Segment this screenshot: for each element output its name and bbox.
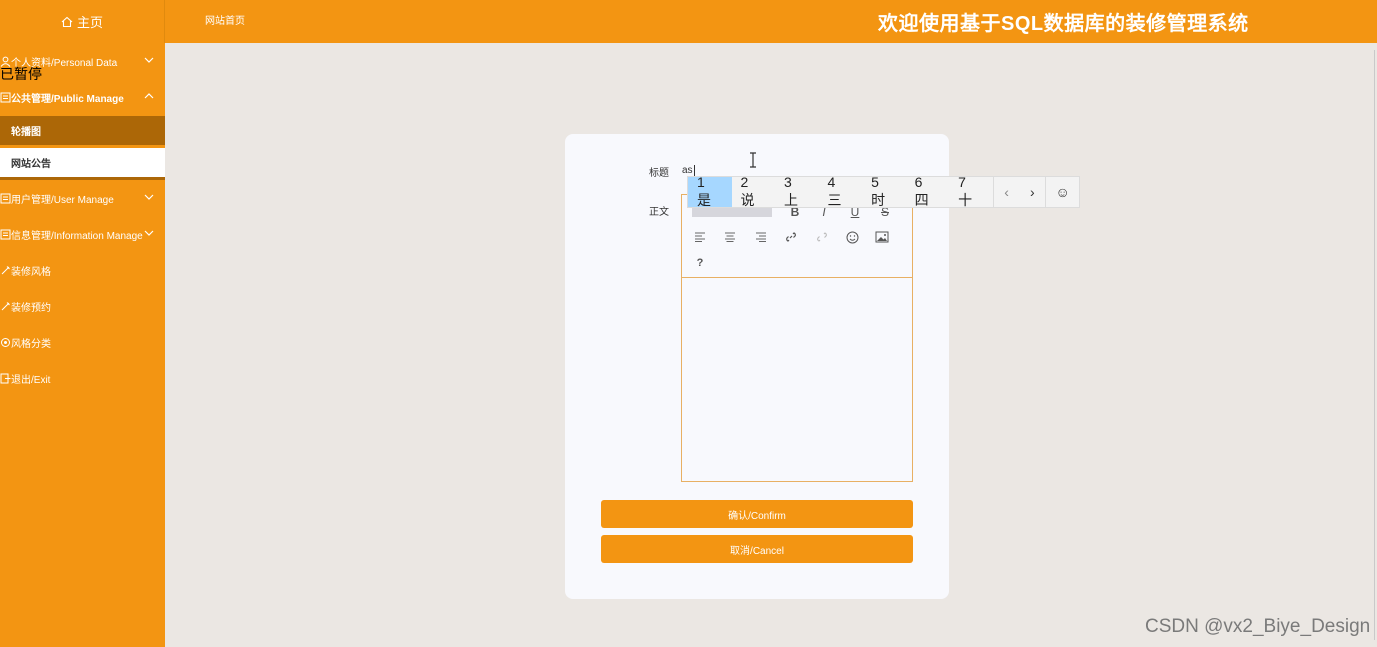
unlink-button[interactable] bbox=[812, 228, 832, 246]
ime-candidate[interactable]: 5 时 bbox=[862, 174, 906, 208]
title-label: 标题 bbox=[649, 168, 669, 179]
info-icon bbox=[0, 229, 11, 240]
ibeam-cursor-icon bbox=[750, 152, 756, 168]
ime-candidate[interactable]: 3 上 bbox=[775, 174, 819, 208]
sidebar-item-label: 装修预约 bbox=[11, 302, 51, 314]
sidebar-subitem-carousel[interactable]: 轮播图 bbox=[0, 116, 165, 145]
help-button[interactable]: ? bbox=[690, 254, 710, 272]
ime-candidate[interactable]: 6 四 bbox=[906, 174, 950, 208]
sidebar-item-style-category[interactable]: 风格分类 bbox=[0, 325, 165, 359]
chevron-down-icon bbox=[144, 230, 154, 236]
sidebar: 个人资料/Personal Data 已暂停 公共管理/Public Manag… bbox=[0, 43, 165, 647]
align-right-icon bbox=[756, 232, 766, 242]
list-icon bbox=[0, 92, 11, 103]
editor-content-area[interactable] bbox=[682, 279, 912, 481]
unlink-icon bbox=[817, 232, 827, 242]
rich-text-editor: B I U S ? bbox=[681, 194, 913, 482]
home-label: 主页 bbox=[76, 15, 103, 30]
ime-prev-page-button[interactable]: ‹ bbox=[994, 177, 1020, 207]
body-label: 正文 bbox=[649, 207, 669, 218]
image-icon bbox=[875, 231, 889, 243]
align-center-button[interactable] bbox=[720, 228, 740, 246]
ime-next-page-button[interactable]: › bbox=[1019, 177, 1045, 207]
smiley-icon bbox=[846, 231, 858, 243]
ime-emoji-button[interactable]: ☺ bbox=[1046, 177, 1079, 207]
text-caret bbox=[693, 164, 695, 176]
insert-link-button[interactable] bbox=[781, 228, 801, 246]
link-icon bbox=[786, 232, 796, 242]
chevron-down-icon bbox=[144, 57, 154, 63]
top-bar: 主页 网站首页 欢迎使用基于SQL数据库的装修管理系统 bbox=[0, 0, 1377, 43]
align-left-icon bbox=[695, 232, 705, 242]
sidebar-item-information-manage[interactable]: 信息管理/Information Manage bbox=[0, 217, 165, 251]
sidebar-subitem-label: 轮播图 bbox=[11, 127, 41, 138]
sidebar-item-label: 风格分类 bbox=[11, 338, 51, 350]
home-tab[interactable]: 主页 bbox=[0, 0, 165, 43]
confirm-button[interactable]: 确认/Confirm bbox=[601, 500, 913, 528]
users-icon bbox=[0, 193, 11, 204]
title-input-value: as bbox=[682, 165, 693, 176]
align-right-button[interactable] bbox=[751, 228, 771, 246]
align-center-icon bbox=[725, 232, 735, 242]
chevron-down-icon bbox=[144, 194, 154, 200]
sidebar-item-user-manage[interactable]: 用户管理/User Manage bbox=[0, 181, 165, 215]
ime-candidate[interactable]: 1 是 bbox=[688, 174, 732, 208]
insert-image-button[interactable] bbox=[872, 228, 892, 246]
calendar-icon bbox=[0, 301, 11, 312]
align-left-button[interactable] bbox=[690, 228, 710, 246]
sidebar-subitem-label: 网站公告 bbox=[11, 159, 51, 170]
watermark: CSDN @vx2_Biye_Design bbox=[1145, 616, 1371, 637]
emoticon-button[interactable] bbox=[842, 228, 862, 246]
sidebar-subitem-announcement[interactable]: 网站公告 bbox=[0, 148, 165, 177]
sidebar-item-decoration-booking[interactable]: 装修预约 bbox=[0, 289, 165, 323]
ime-candidate-bar: 1 是 2 说 3 上 4 三 5 时 6 四 7 十 ‹ › ☺ bbox=[687, 174, 1080, 208]
breadcrumb[interactable]: 网站首页 bbox=[205, 0, 245, 43]
chevron-up-icon bbox=[144, 93, 154, 99]
cancel-button[interactable]: 取消/Cancel bbox=[601, 535, 913, 563]
category-icon bbox=[0, 337, 11, 348]
sidebar-item-label: 公共管理/Public Manage bbox=[11, 93, 124, 105]
ime-candidate[interactable]: 7 十 bbox=[949, 174, 993, 208]
page-title: 欢迎使用基于SQL数据库的装修管理系统 bbox=[878, 13, 1249, 35]
sidebar-item-label: 信息管理/Information Manage bbox=[11, 230, 143, 242]
sidebar-item-label: 退出/Exit bbox=[11, 374, 51, 386]
submenu-divider bbox=[0, 177, 165, 180]
sidebar-item-exit[interactable]: 退出/Exit bbox=[0, 361, 165, 395]
ime-candidate[interactable]: 2 说 bbox=[732, 174, 776, 208]
sidebar-item-public-manage[interactable]: 公共管理/Public Manage bbox=[0, 80, 165, 114]
scrollbar[interactable] bbox=[1374, 50, 1375, 640]
sidebar-item-decoration-style[interactable]: 装修风格 bbox=[0, 253, 165, 287]
brush-icon bbox=[0, 265, 11, 276]
ime-candidate[interactable]: 4 三 bbox=[819, 174, 863, 208]
exit-icon bbox=[0, 373, 11, 384]
sidebar-item-label: 用户管理/User Manage bbox=[11, 194, 114, 206]
home-icon bbox=[61, 16, 73, 27]
sidebar-item-label: 装修风格 bbox=[11, 266, 51, 278]
